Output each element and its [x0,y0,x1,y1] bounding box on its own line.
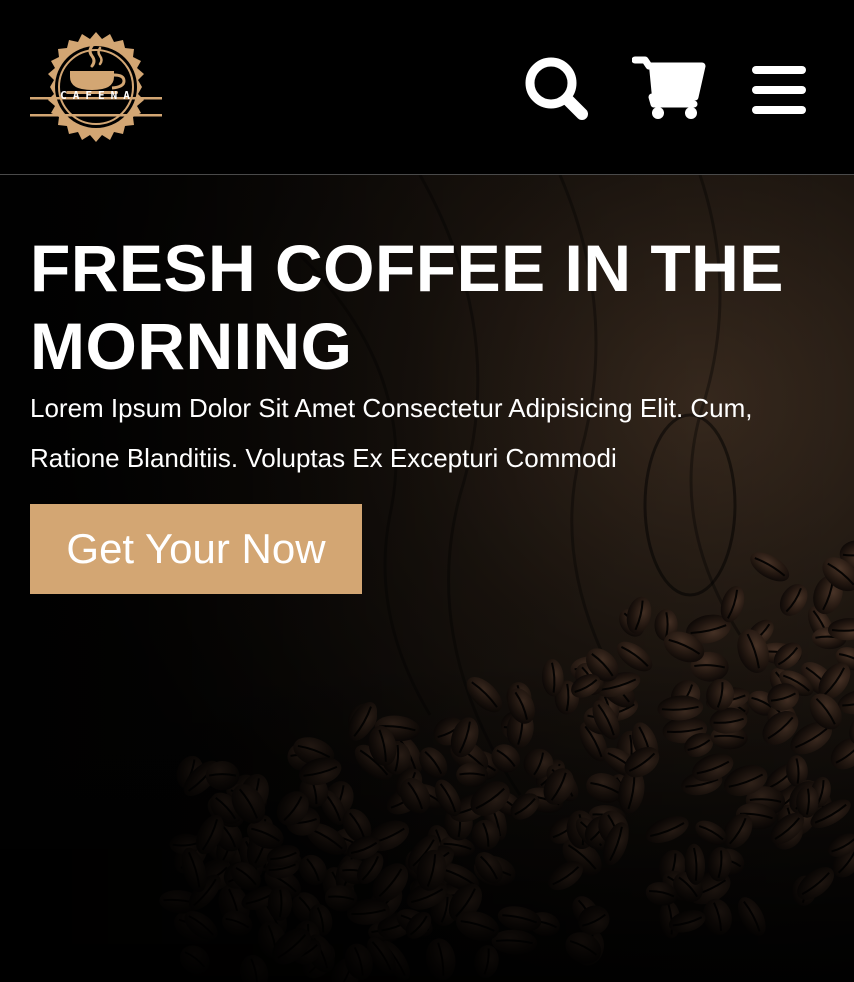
hero-description: Lorem Ipsum Dolor Sit Amet Consectetur A… [30,393,753,473]
search-button[interactable] [524,56,590,122]
site-header: CAFENA [0,0,854,175]
cafena-logo[interactable]: CAFENA [30,32,162,142]
menu-icon [752,66,806,114]
logo-badge-icon [30,32,162,142]
logo-text: CAFENA [60,89,136,102]
menu-button[interactable] [750,64,808,116]
search-icon [525,57,588,120]
cart-icon [631,56,706,119]
cart-button[interactable] [631,55,706,121]
hero-title: FRESH COFFEE IN THE MORNING [30,231,784,383]
hero-section: FRESH COFFEE IN THE MORNING Lorem Ipsum … [0,175,854,982]
get-your-now-button[interactable]: Get Your Now [30,504,362,594]
